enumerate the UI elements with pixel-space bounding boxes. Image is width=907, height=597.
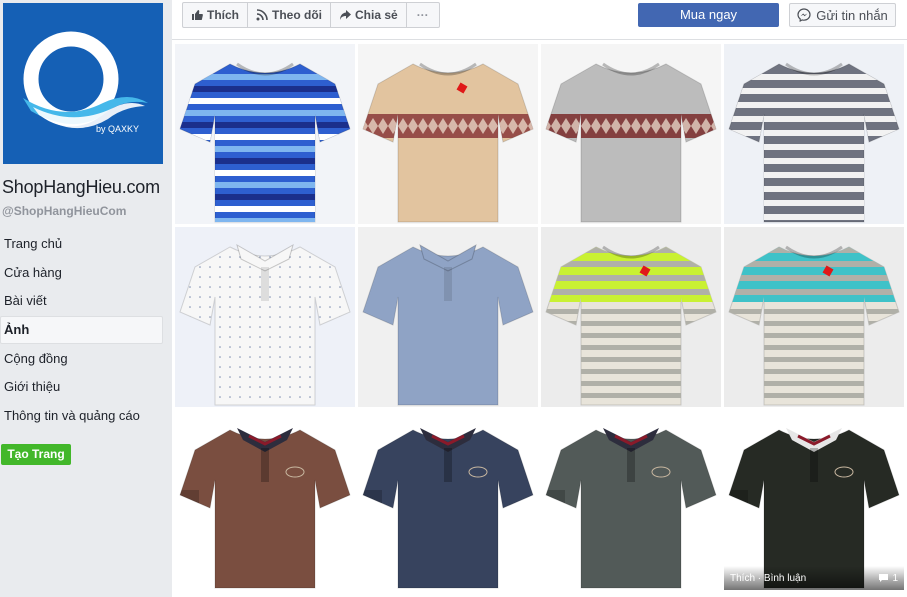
share-arrow-icon [340, 10, 351, 20]
photos-main: Thích · Bình luận 1 Thích Theo dõi Chia s… [172, 0, 907, 597]
page-action-bar: Thích Theo dõi Chia sẻ ··· Mua ngay Gửi … [172, 0, 907, 40]
comment-count[interactable]: 1 [878, 573, 898, 584]
create-page-button[interactable]: Tạo Trang [1, 444, 71, 465]
photo-thumbnail[interactable] [358, 44, 538, 224]
photo-thumbnail[interactable] [541, 410, 721, 590]
send-message-button[interactable]: Gửi tin nhắn [789, 3, 896, 27]
rss-icon [256, 9, 268, 21]
page-title[interactable]: ShopHangHieu.com [2, 177, 160, 198]
follow-label: Theo dõi [272, 8, 322, 22]
shirt-photo [175, 410, 355, 590]
page-profile-logo[interactable]: by QAXKY [3, 3, 163, 164]
page-handle[interactable]: @ShopHangHieuCom [2, 204, 126, 218]
more-button[interactable]: ··· [405, 2, 440, 28]
shirt-photo [175, 44, 355, 224]
send-message-label: Gửi tin nhắn [816, 7, 888, 23]
like-comment-links[interactable]: Thích · Bình luận [730, 573, 806, 584]
photo-thumbnail[interactable] [358, 227, 538, 407]
photo-thumbnail[interactable] [541, 44, 721, 224]
shirt-photo [358, 227, 538, 407]
nav-item-photos[interactable]: Ảnh [0, 316, 163, 345]
nav-item-info-ads[interactable]: Thông tin và quảng cáo [0, 402, 163, 430]
shirt-photo [724, 227, 904, 407]
nav-item-community[interactable]: Cộng đồng [0, 345, 163, 373]
more-icon: ··· [416, 8, 429, 22]
nav-item-shop[interactable]: Cửa hàng [0, 259, 163, 287]
shirt-photo [724, 44, 904, 224]
shirt-photo [175, 227, 355, 407]
share-label: Chia sẻ [355, 8, 398, 22]
photo-thumbnail[interactable] [175, 410, 355, 590]
thumbs-up-icon [192, 10, 203, 20]
buy-now-button[interactable]: Mua ngay [638, 3, 779, 27]
share-button[interactable]: Chia sẻ [330, 2, 407, 28]
like-label: Thích [207, 8, 239, 22]
like-button[interactable]: Thích [182, 2, 248, 28]
photo-thumbnail[interactable] [175, 44, 355, 224]
shirt-photo [541, 44, 721, 224]
photo-hover-overlay: Thích · Bình luận 1 [724, 566, 904, 590]
photo-thumbnail[interactable] [358, 410, 538, 590]
sidebar: by QAXKY ShopHangHieu.com @ShopHangHieuC… [0, 0, 172, 597]
comment-count-value: 1 [892, 572, 898, 584]
page-nav: Trang chủ Cửa hàng Bài viết Ảnh Cộng đồn… [0, 230, 163, 431]
photo-thumbnail[interactable] [541, 227, 721, 407]
photo-thumbnail[interactable] [724, 44, 904, 224]
logo-caption: by QAXKY [96, 124, 140, 134]
action-group: Thích Theo dõi Chia sẻ ··· [182, 2, 440, 28]
shirt-photo [541, 410, 721, 590]
photo-thumbnail[interactable] [175, 227, 355, 407]
photo-thumbnail[interactable]: Thích · Bình luận 1 [724, 410, 904, 590]
photo-thumbnail[interactable] [724, 227, 904, 407]
nav-item-posts[interactable]: Bài viết [0, 287, 163, 315]
nav-item-home[interactable]: Trang chủ [0, 230, 163, 258]
messenger-icon [797, 8, 811, 22]
shirt-photo [358, 44, 538, 224]
shirt-photo [541, 227, 721, 407]
nav-item-about[interactable]: Giới thiệu [0, 373, 163, 401]
comment-icon [879, 574, 889, 582]
follow-button[interactable]: Theo dõi [247, 2, 331, 28]
shirt-photo [724, 410, 904, 590]
photo-grid: Thích · Bình luận 1 [175, 44, 904, 590]
shirt-photo [358, 410, 538, 590]
